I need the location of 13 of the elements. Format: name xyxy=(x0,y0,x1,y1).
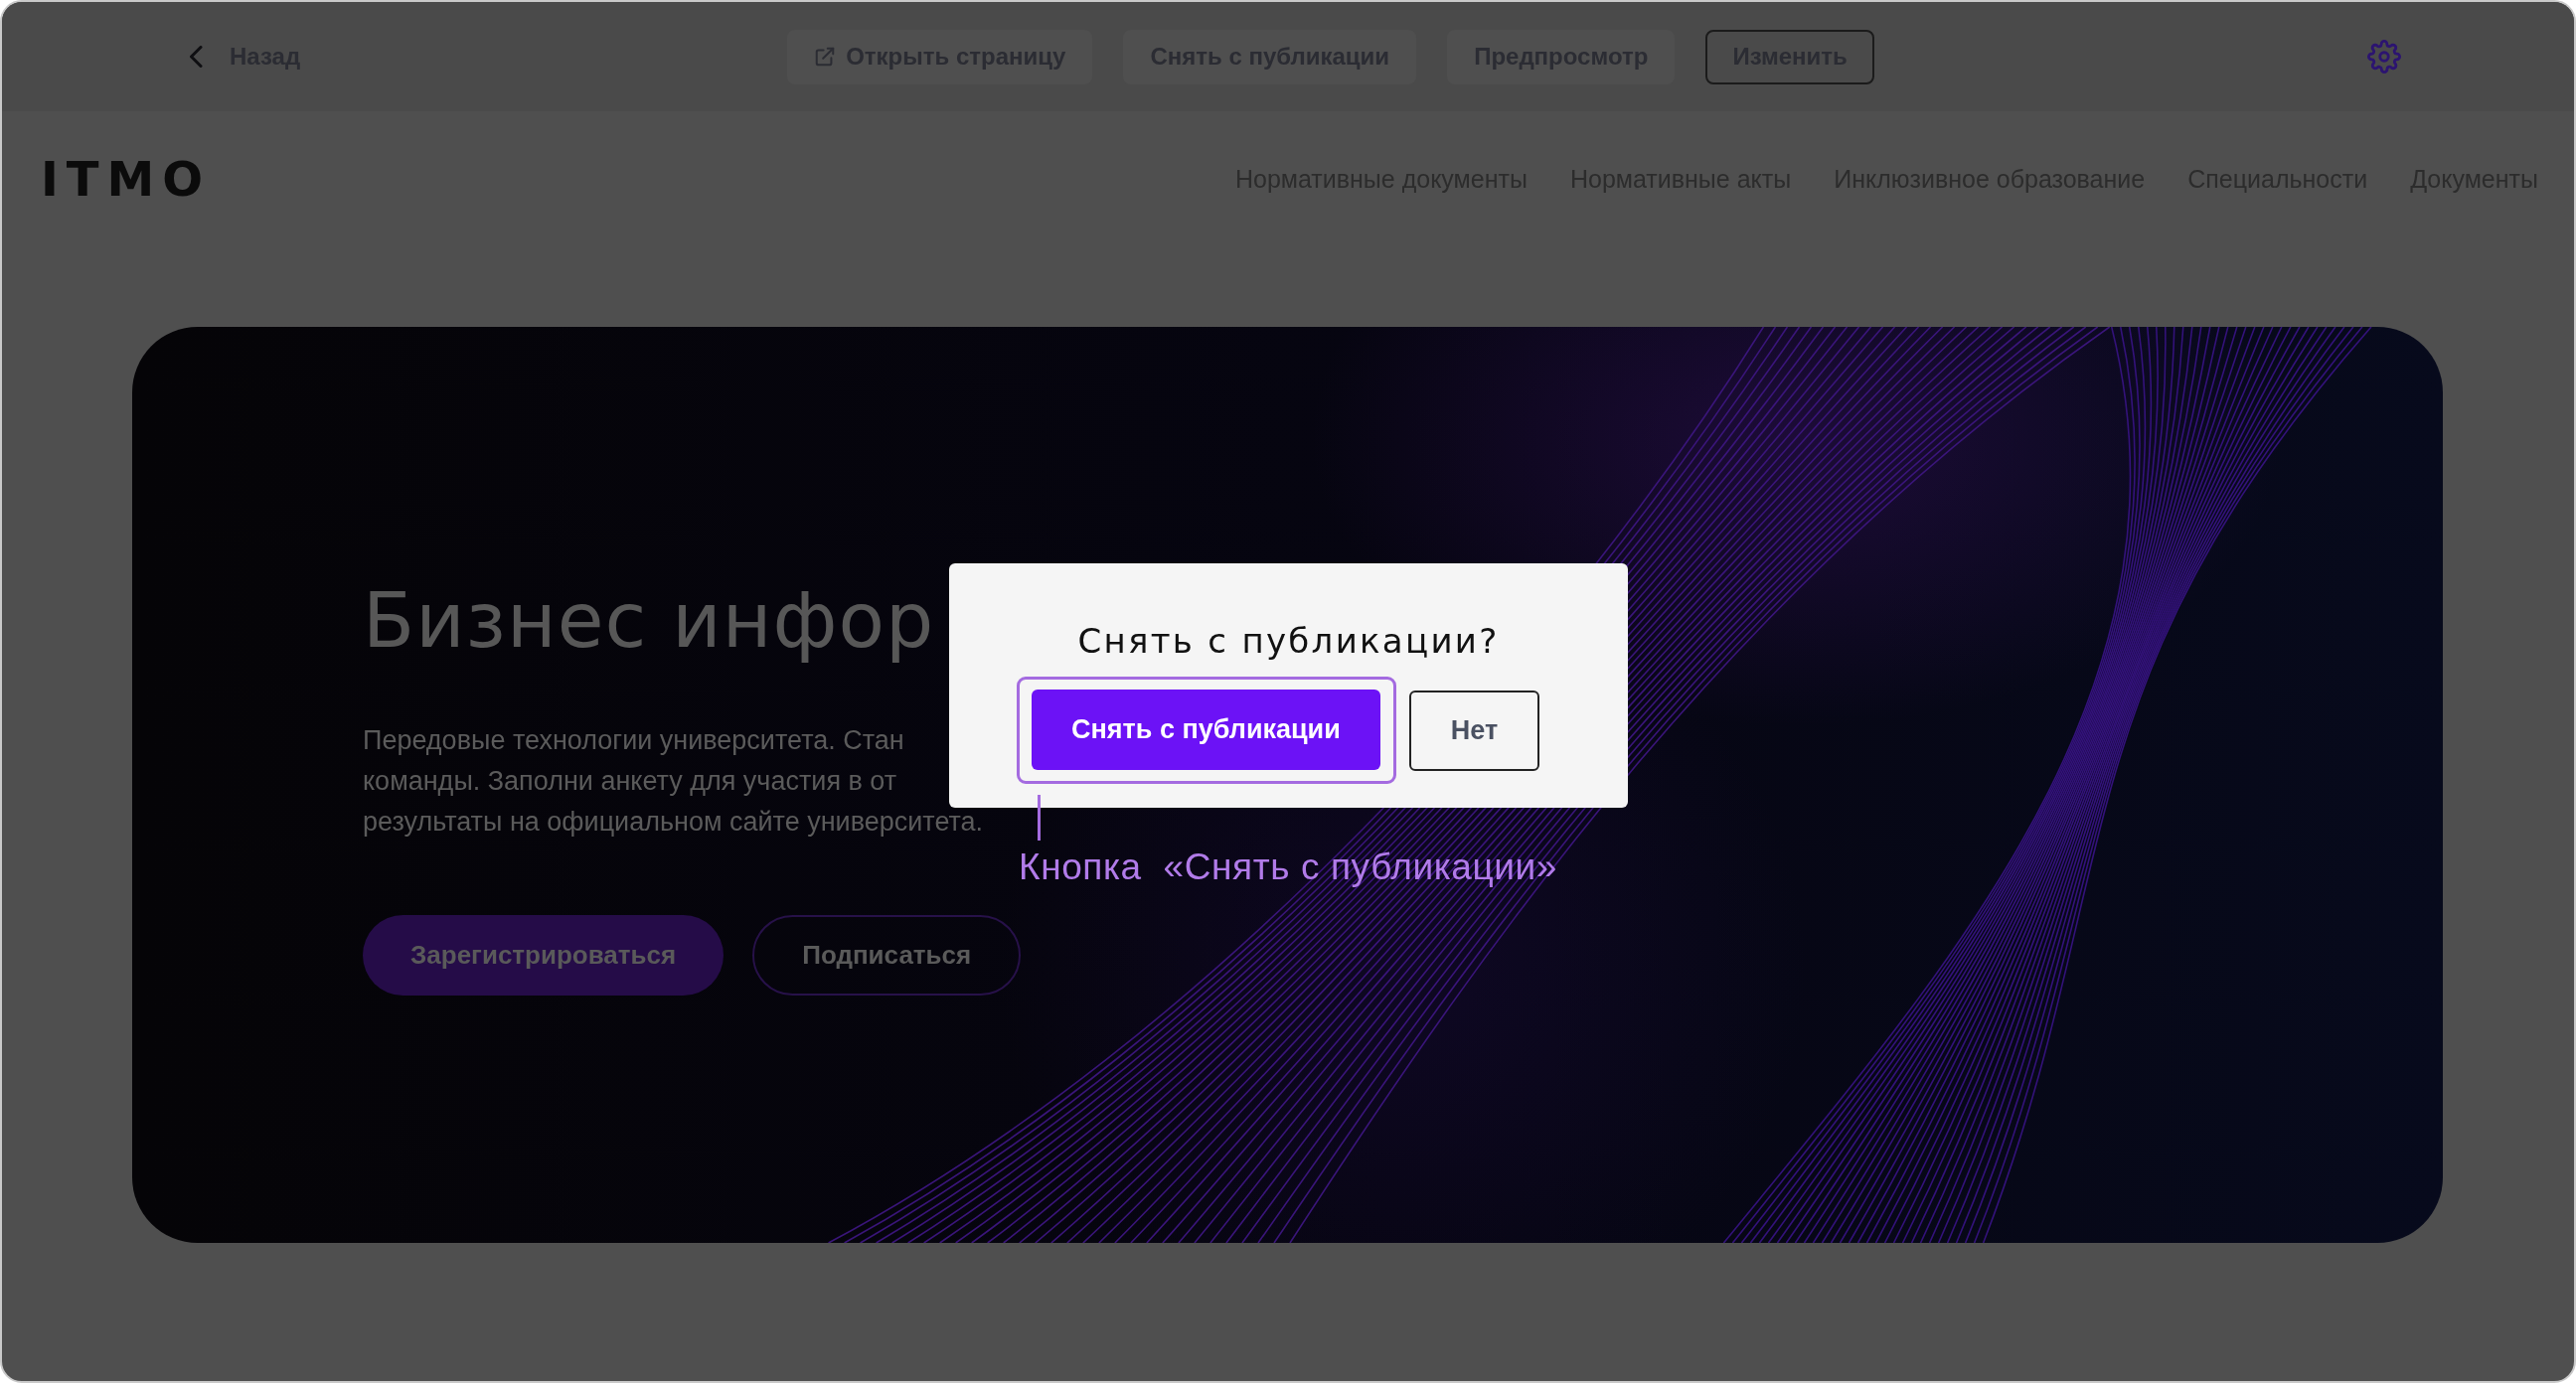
external-link-icon xyxy=(814,46,837,68)
chevron-left-icon xyxy=(189,46,203,68)
register-button[interactable]: Зарегистрироваться xyxy=(363,915,724,996)
cancel-button[interactable]: Нет xyxy=(1408,690,1540,771)
hero-title: Бизнес инфор xyxy=(363,579,935,663)
unpublish-button[interactable]: Снять с публикации xyxy=(1032,690,1380,770)
leader-line xyxy=(1038,795,1041,841)
annotation-label: Кнопка «Снять с публикации» xyxy=(1019,846,1557,888)
hero-description: Передовые технологии университета. Стан команды. Заполни анкету для участия в от результаты на официальном сайте университета. xyxy=(363,724,984,839)
settings-icon[interactable] xyxy=(2367,40,2401,74)
dialog-title: Снять с публикации? xyxy=(1077,620,1500,663)
logo[interactable]: ITMO xyxy=(41,155,212,203)
subscribe-button[interactable]: Подписаться xyxy=(752,915,1022,996)
